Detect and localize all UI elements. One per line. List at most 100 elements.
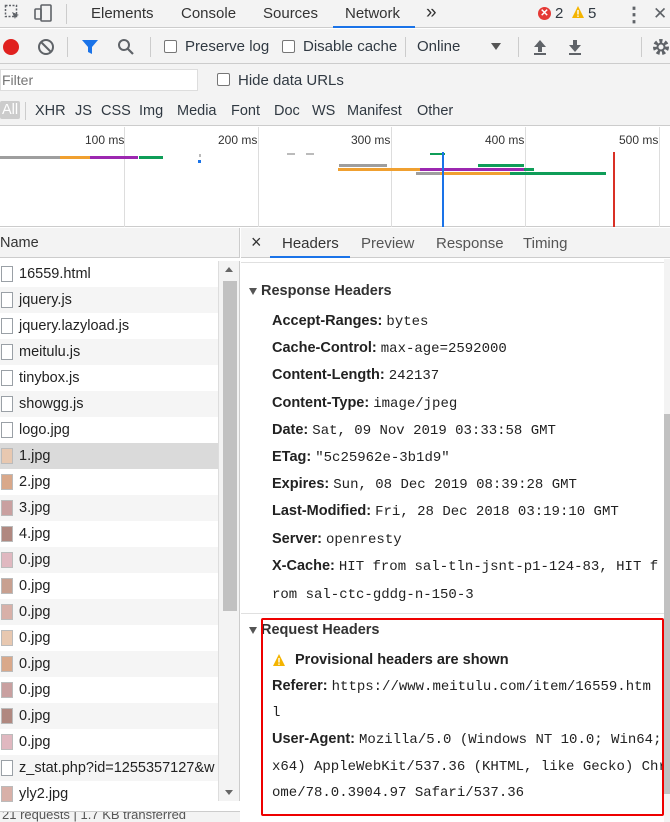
throttling-select[interactable]: Online (417, 38, 460, 55)
request-list-scrollbar[interactable] (218, 261, 240, 801)
header-key: Cache-Control: (272, 340, 377, 357)
request-row[interactable]: tinybox.js (0, 365, 218, 391)
response-headers-toggle-icon[interactable] (249, 288, 257, 295)
request-row[interactable]: jquery.js (0, 287, 218, 313)
request-row[interactable]: logo.jpg (0, 417, 218, 443)
hide-data-urls-checkbox[interactable] (217, 73, 230, 86)
type-doc[interactable]: Doc (274, 103, 300, 119)
header-value-continuation: rom sal-ctc-gddg-n-150-3 (272, 587, 474, 603)
export-har-icon[interactable] (567, 38, 583, 56)
header-value: max-age=2592000 (380, 341, 507, 358)
request-row[interactable]: 3.jpg (0, 495, 218, 521)
request-row[interactable]: 0.jpg (0, 703, 218, 729)
preserve-log-label[interactable]: Preserve log (185, 38, 269, 55)
type-ws[interactable]: WS (312, 103, 335, 119)
disable-cache-label[interactable]: Disable cache (303, 38, 397, 55)
header-key: Expires: (272, 476, 330, 493)
request-row[interactable]: 0.jpg (0, 599, 218, 625)
type-js[interactable]: JS (75, 103, 92, 119)
record-icon[interactable] (3, 39, 19, 55)
tick-label: 300 ms (351, 133, 391, 147)
type-other[interactable]: Other (417, 103, 453, 119)
name-column-header[interactable]: Name (0, 228, 240, 258)
request-row[interactable]: z_stat.php?id=1255357127&w (0, 755, 218, 781)
tab-preview[interactable]: Preview (361, 235, 414, 252)
search-icon[interactable] (117, 38, 135, 56)
request-row[interactable]: 4.jpg (0, 521, 218, 547)
request-name: logo.jpg (19, 422, 70, 438)
request-name: 0.jpg (19, 656, 51, 672)
request-row[interactable]: yly2.jpg (0, 781, 218, 807)
hide-data-urls-label[interactable]: Hide data URLs (238, 72, 344, 89)
device-toolbar-icon[interactable] (34, 4, 54, 23)
request-row[interactable]: showgg.js (0, 391, 218, 417)
type-all[interactable]: All (0, 101, 21, 119)
type-img[interactable]: Img (139, 103, 163, 119)
request-name: 1.jpg (19, 448, 51, 464)
name-header-label[interactable]: Name (0, 235, 39, 251)
scroll-up-icon[interactable] (225, 267, 233, 272)
tab-sources[interactable]: Sources (263, 5, 318, 22)
filter-icon[interactable] (80, 38, 100, 56)
image-thumbnail-icon (1, 578, 13, 594)
type-xhr[interactable]: XHR (35, 103, 66, 119)
header-key: Accept-Ranges: (272, 313, 383, 329)
more-tabs-button[interactable]: » (426, 2, 437, 24)
tab-timing[interactable]: Timing (523, 235, 567, 252)
close-devtools-icon[interactable]: ✕ (653, 4, 667, 24)
request-row[interactable]: 2.jpg (0, 469, 218, 495)
customize-menu-icon[interactable]: ⋮ (624, 2, 644, 27)
active-tab-indicator (333, 26, 415, 28)
request-row[interactable]: 1.jpg (0, 443, 218, 469)
inspect-element-icon[interactable] (4, 4, 21, 21)
tab-headers[interactable]: Headers (282, 235, 339, 252)
request-row[interactable]: jquery.lazyload.js (0, 313, 218, 339)
scroll-down-icon[interactable] (225, 790, 233, 795)
filter-input[interactable] (0, 69, 198, 91)
tab-network[interactable]: Network (345, 5, 400, 22)
request-row[interactable]: 0.jpg (0, 547, 218, 573)
type-css[interactable]: CSS (101, 103, 131, 119)
request-name: 0.jpg (19, 708, 51, 724)
tab-console[interactable]: Console (181, 5, 236, 22)
header-key: Date: (272, 421, 309, 438)
error-icon[interactable]: ✕ (538, 7, 551, 20)
import-har-icon[interactable] (532, 38, 548, 56)
clear-icon[interactable] (37, 38, 55, 56)
request-headers-toggle-icon[interactable] (249, 627, 257, 634)
header-row: Last-Modified: Fri, 28 Dec 2018 03:19:10… (272, 498, 619, 526)
chevron-down-icon[interactable] (491, 43, 501, 50)
gear-icon[interactable] (652, 38, 670, 56)
request-row[interactable]: 0.jpg (0, 729, 218, 755)
error-count[interactable]: 2 (555, 5, 563, 22)
request-row[interactable]: meitulu.js (0, 339, 218, 365)
preserve-log-checkbox[interactable] (164, 40, 177, 53)
disable-cache-checkbox[interactable] (282, 40, 295, 53)
warning-icon[interactable] (571, 5, 585, 19)
warning-count[interactable]: 5 (588, 5, 596, 22)
details-scrollbar[interactable] (664, 259, 670, 822)
request-name: 4.jpg (19, 526, 51, 542)
timeline-overview[interactable]: 100 ms 200 ms 300 ms 400 ms 500 ms (0, 127, 670, 227)
tab-elements[interactable]: Elements (91, 5, 154, 22)
request-name: 3.jpg (19, 500, 51, 516)
scrollbar-thumb[interactable] (223, 281, 237, 611)
close-details-icon[interactable]: × (251, 232, 262, 253)
request-row[interactable]: 0.jpg (0, 625, 218, 651)
type-manifest[interactable]: Manifest (347, 103, 402, 119)
header-value: image/jpeg (373, 395, 458, 412)
request-row[interactable]: 0.jpg (0, 651, 218, 677)
type-font[interactable]: Font (231, 103, 260, 119)
request-row[interactable]: 0.jpg (0, 573, 218, 599)
scrollbar-thumb[interactable] (664, 414, 670, 794)
response-headers-title[interactable]: Response Headers (261, 283, 392, 299)
type-media[interactable]: Media (177, 103, 217, 119)
tick-label: 500 ms (619, 133, 659, 147)
header-value: "5c25962e-3b1d9" (315, 450, 450, 466)
waterfall-bar (198, 160, 201, 163)
request-row[interactable]: 0.jpg (0, 677, 218, 703)
tab-response[interactable]: Response (436, 235, 504, 252)
waterfall-bar (199, 154, 201, 157)
request-name: 0.jpg (19, 734, 51, 750)
request-row[interactable]: 16559.html (0, 261, 218, 287)
